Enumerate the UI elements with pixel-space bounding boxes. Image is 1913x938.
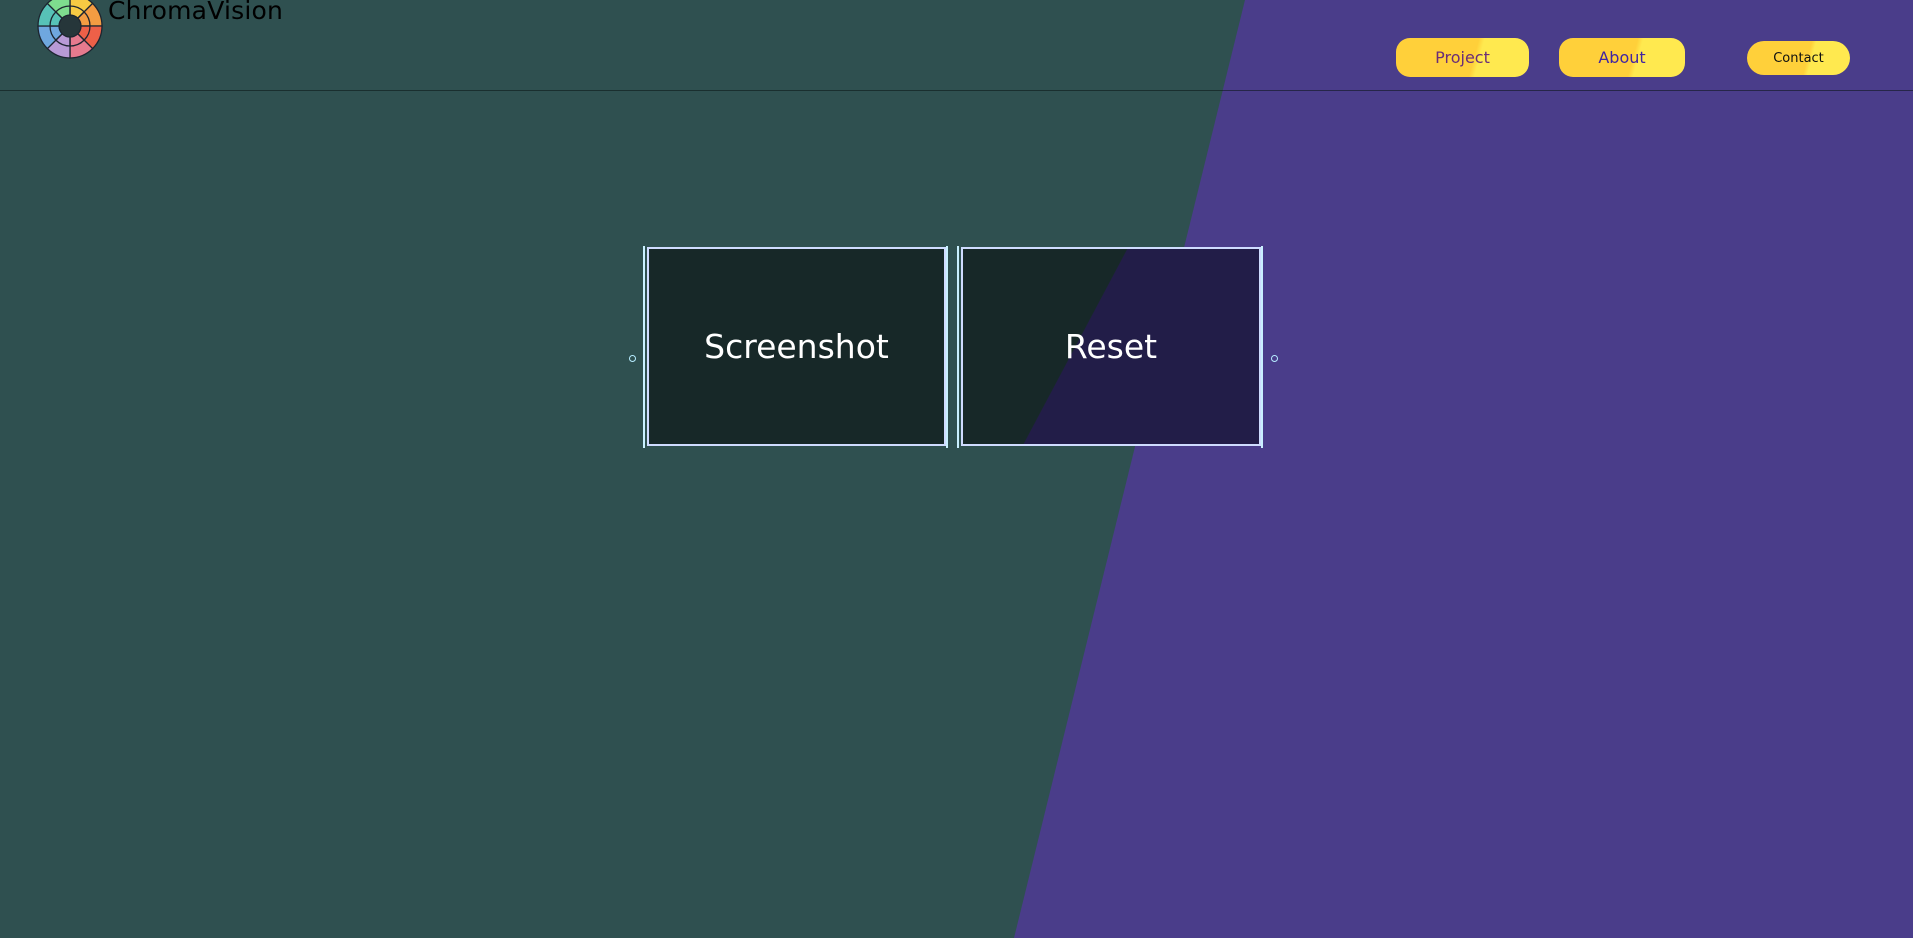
top-navigation-bar: ChromaVision Project About Contact — [0, 0, 1913, 91]
color-wheel-icon — [37, 0, 103, 59]
screenshot-button-frame: Screenshot — [643, 246, 948, 448]
chroma-vision-app: ChromaVision Project About Contact Scree… — [0, 0, 1913, 938]
reset-button[interactable]: Reset — [961, 247, 1261, 446]
reset-button-frame: Reset — [957, 246, 1263, 448]
project-button[interactable]: Project — [1396, 38, 1529, 77]
about-button[interactable]: About — [1559, 38, 1685, 77]
right-selection-handle-icon[interactable] — [1271, 355, 1278, 362]
brand-name: ChromaVision — [108, 0, 284, 25]
left-selection-handle-icon[interactable] — [629, 355, 636, 362]
contact-button[interactable]: Contact — [1747, 41, 1850, 75]
purple-diagonal-background — [1014, 0, 1913, 938]
screenshot-button[interactable]: Screenshot — [647, 247, 946, 446]
brand[interactable]: ChromaVision — [36, 0, 283, 60]
